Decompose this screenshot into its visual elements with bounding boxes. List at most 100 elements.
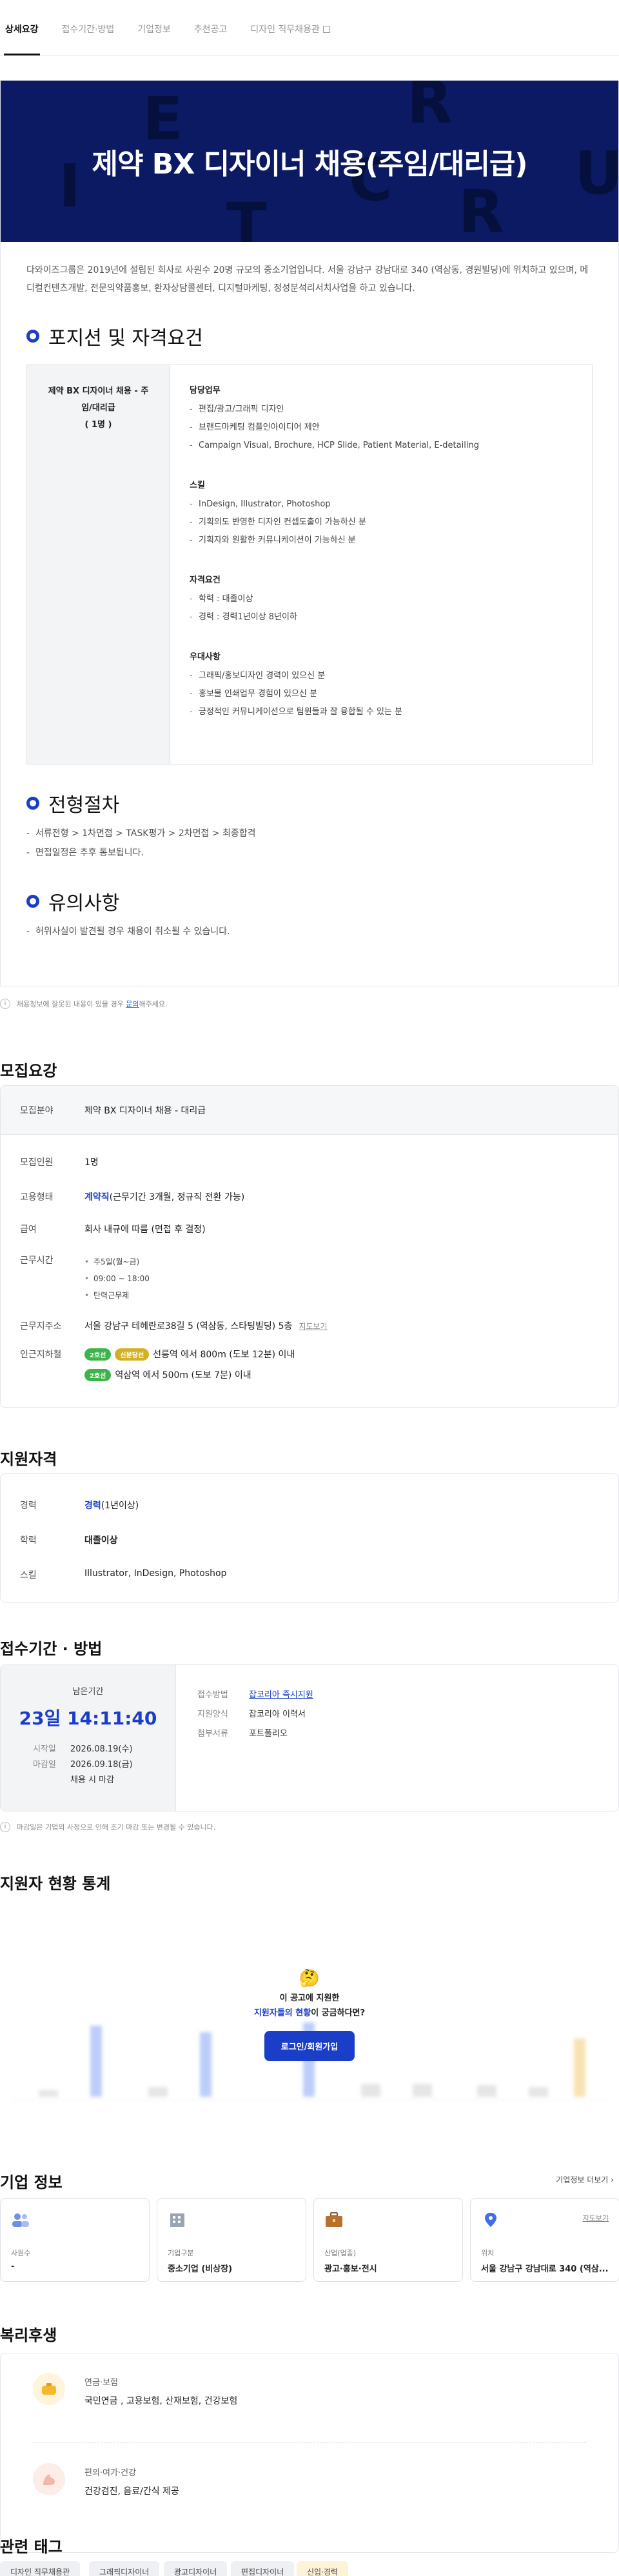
tab-company[interactable]: 기업정보: [137, 23, 171, 55]
subway-item: 2호선 역삼역 에서 500m (도보 7분) 이내: [84, 1368, 599, 1381]
list-item: 09:00 ~ 18:00: [84, 1270, 599, 1287]
education-label: 학력: [20, 1535, 37, 1546]
welfare-key: 연금·보험: [84, 2378, 118, 2388]
info-icon: i: [0, 1822, 10, 1832]
card-key: 기업구분: [168, 2249, 194, 2257]
field-label: 모집분야: [20, 1105, 54, 1116]
employee-count-card: 사원수 -: [0, 2198, 150, 2282]
list-item: 허위사실이 발견될 경우 채용이 취소될 수 있습니다.: [26, 922, 593, 941]
inquiry-link[interactable]: 문의: [126, 999, 139, 1009]
ring-bullet-icon: [26, 895, 39, 908]
tag-chip[interactable]: 신입·경력: [297, 2561, 348, 2576]
employment-type: 계약직: [84, 1192, 110, 1203]
prompt-line2: 지원자들의 현황이 궁금하다면?: [245, 2006, 374, 2018]
subway-list: 2호선 신분당선 선릉역 에서 800m (도보 12분) 이내 2호선 역삼역 에서…: [84, 1348, 599, 1381]
card-value: 서울 강남구 강남대로 340 (역삼...: [481, 2264, 609, 2274]
count-row: 모집인원 1명: [1, 1155, 618, 1168]
company-type-card: 기업구분 중소기업 (비상장): [157, 2198, 306, 2282]
tab-detail[interactable]: 상세요강: [4, 23, 40, 55]
card-key: 위치: [481, 2249, 495, 2257]
welfare-value: 건강검진, 음료/간식 제공: [84, 2486, 179, 2497]
prompt-tail: 이 궁금하다면?: [311, 2008, 366, 2018]
experience-value: 경력(1년이상): [84, 1499, 599, 1512]
date-block: 시작일 2026.08.19(수) 마감일 2026.09.18(금) 채용 시 마…: [1, 1742, 175, 1788]
employment-detail: (근무기간 3개월, 정규직 전환 가능): [109, 1192, 245, 1203]
map-link[interactable]: 지도보기: [299, 1322, 327, 1331]
list-item: 편집/광고/그래픽 디자인: [190, 401, 573, 419]
list-item: 기획의도 반영한 디자인 컨셉도출이 가능하신 분: [190, 514, 573, 532]
method-label: 접수방법: [197, 1690, 228, 1700]
location-map-link[interactable]: 지도보기: [583, 2213, 609, 2223]
notice-text: 채용정보에 잘못된 내용이 있을 경우: [17, 1000, 124, 1008]
flex-arm-icon: [33, 2463, 65, 2495]
card-value: 중소기업 (비상장): [168, 2264, 233, 2274]
hero-banner: E R C U I R T 제약 BX 디자이너 채용(주임/대리급): [1, 81, 618, 242]
end-date: 2026.09.18(금): [70, 1760, 133, 1770]
list-item: 주5일(월~금): [84, 1253, 599, 1270]
company-title: 기업 정보: [0, 2173, 63, 2192]
tag-chip[interactable]: 그래픽디자이너: [89, 2561, 160, 2576]
start-date-row: 시작일 2026.08.19(수): [33, 1742, 175, 1757]
blurred-bar: [148, 2087, 168, 2097]
list-item: 서류전형 > 1차면접 > TASK평가 > 2차면접 > 최종합격: [26, 824, 593, 843]
worktime-row: 근무시간 주5일(월~금) 09:00 ~ 18:00 탄력근무제: [1, 1253, 618, 1304]
company-more-link[interactable]: 기업정보 더보기 ›: [556, 2174, 614, 2185]
blurred-bar: [90, 2026, 102, 2097]
list-item: 학력 : 대졸이상: [190, 590, 573, 608]
map-pin-icon: [485, 2213, 496, 2227]
tab-recommend[interactable]: 추천공고: [194, 23, 228, 55]
group-heading: 자격요건: [190, 575, 221, 585]
doc-row: 첨부서류 포트폴리오: [197, 1724, 313, 1744]
welfare-key: 편의·여가·건강: [84, 2468, 137, 2478]
apply-method-block: 접수방법 잡코리아 즉시지원 지원양식 잡코리아 이력서 첨부서류 포트폴리오: [197, 1686, 313, 1744]
welfare-card: 연금·보험 국민연금 , 고용보험, 산재보험, 건강보험 편의·여가·건강 건…: [0, 2353, 619, 2553]
subway-text: 선릉역 에서 800m (도보 12분) 이내: [153, 1350, 295, 1360]
field-row: 모집분야 제약 BX 디자이너 채용 - 대리급: [1, 1086, 618, 1135]
group-heading: 담당업무: [190, 386, 221, 395]
list-item: InDesign, Illustrator, Photoshop: [190, 495, 573, 514]
login-signup-button[interactable]: 로그인/회원가입: [264, 2031, 355, 2061]
piggy-bank-icon: [33, 2373, 65, 2405]
tag-chip[interactable]: 편집디자이너: [231, 2561, 295, 2576]
industry-card: 산업(업종) 광고·홍보·전시: [313, 2198, 463, 2282]
people-icon: [12, 2213, 29, 2227]
welfare-item: 편의·여가·건강 건강검진, 음료/간식 제공: [33, 2463, 179, 2497]
caution-section-title: 유의사항: [1, 887, 618, 915]
subway-line-badge: 2호선: [84, 1348, 112, 1361]
recruit-card: 모집분야 제약 BX 디자이너 채용 - 대리급 모집인원 1명 고용형태 계약…: [0, 1085, 619, 1408]
employment-label: 고용형태: [20, 1192, 54, 1203]
welfare-item: 연금·보험 국민연금 , 고용보험, 산재보험, 건강보험: [33, 2373, 237, 2407]
list-item: 탄력근무제: [84, 1287, 599, 1304]
card-key: 사원수: [11, 2249, 31, 2257]
card-value: -: [11, 2262, 15, 2271]
caution-list: 허위사실이 발견될 경우 채용이 취소될 수 있습니다.: [1, 915, 618, 941]
welfare-title: 복리후생: [0, 2326, 57, 2344]
subway-line-badge: 신분당선: [115, 1348, 150, 1361]
tag-chip[interactable]: 광고디자이너: [164, 2561, 228, 2576]
blurred-bar: [200, 2032, 211, 2097]
subway-line-badge: 2호선: [84, 1369, 112, 1381]
company-intro: 다와이즈그룹은 2019년에 설립된 회사로 사원수 20명 규모의 중소기업입…: [26, 265, 589, 294]
quick-apply-link[interactable]: 잡코리아 즉시지원: [249, 1690, 313, 1700]
group-heading: 우대사항: [190, 652, 221, 662]
tab-period[interactable]: 접수기간·방법: [62, 23, 115, 55]
doc-value: 포트폴리오: [249, 1729, 288, 1739]
count-value: 1명: [84, 1157, 99, 1168]
ring-bullet-icon: [26, 797, 39, 810]
subway-text: 역삼역 에서 500m (도보 7분) 이내: [115, 1370, 251, 1381]
period-card: 남은기간 23일 14:11:40 시작일 2026.08.19(수) 마감일 20…: [0, 1664, 619, 1812]
tab-bar: 상세요강 접수기간·방법 기업정보 추천공고 디자인 직무채용관: [0, 0, 619, 55]
worktime-list: 주5일(월~금) 09:00 ~ 18:00 탄력근무제: [84, 1253, 599, 1304]
pay-row: 급여 회사 내규에 따름 (면접 후 결정): [1, 1223, 618, 1235]
address-label: 근무지주소: [20, 1321, 62, 1332]
experience-type: 경력: [84, 1501, 101, 1511]
stats-title: 지원자 현황 통계: [0, 1875, 111, 1893]
education-value: 대졸이상: [84, 1535, 118, 1546]
form-row: 지원양식 잡코리아 이력서: [197, 1705, 313, 1724]
tab-design-jobs-label: 디자인 직무채용관: [250, 25, 320, 35]
remaining-panel: 남은기간 23일 14:11:40 시작일 2026.08.19(수) 마감일 20…: [1, 1665, 176, 1811]
form-value: 잡코리아 이력서: [249, 1710, 306, 1719]
tab-design-jobs[interactable]: 디자인 직무채용관: [250, 23, 330, 55]
list-item: 그래픽/홍보디자인 경력이 있으신 분: [190, 667, 573, 685]
tag-chip[interactable]: 디자인 직무채용관: [0, 2561, 81, 2576]
